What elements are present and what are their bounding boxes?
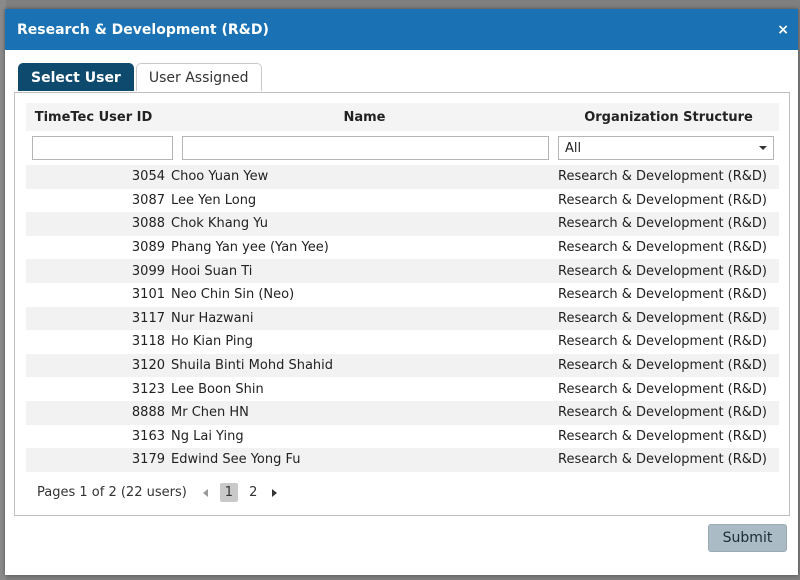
grid-header-row: TimeTec User ID Name Organization Struct…: [26, 103, 779, 131]
table-row[interactable]: 3118 Ho Kian Ping Research & Development (…: [26, 330, 779, 354]
tab-select-user[interactable]: Select User: [18, 63, 134, 91]
cell-name: Shuila Binti Mohd Shahid: [171, 358, 334, 374]
cell-org: Research & Development (R&D): [558, 263, 768, 279]
cell-id: 3101: [131, 287, 165, 303]
name-filter-input[interactable]: [182, 136, 549, 160]
cell-org: Research & Development (R&D): [558, 452, 768, 468]
user-grid: TimeTec User ID Name Organization Struct…: [26, 103, 779, 472]
cell-org: Research & Development (R&D): [558, 240, 768, 256]
cell-id: 3089: [131, 240, 165, 256]
cell-name: Lee Yen Long: [171, 192, 257, 208]
column-header-name[interactable]: Name: [171, 110, 558, 125]
cell-name: Nur Hazwani: [171, 310, 254, 326]
table-row[interactable]: 3087 Lee Yen Long Research & Development (…: [26, 189, 779, 213]
table-row[interactable]: 3088 Chok Khang Yu Research & Development …: [26, 212, 779, 236]
cell-name: Mr Chen HN: [171, 405, 249, 421]
tab-panel: TimeTec User ID Name Organization Struct…: [14, 92, 790, 516]
cell-org: Research & Development (R&D): [558, 358, 768, 374]
cell-id: 3054: [131, 169, 165, 185]
cell-name: Edwind See Yong Fu: [171, 452, 301, 468]
cell-name: Hooi Suan Ti: [171, 263, 253, 279]
tab-user-assigned[interactable]: User Assigned: [135, 63, 262, 91]
cell-id: 3099: [131, 263, 165, 279]
cell-name: Ho Kian Ping: [171, 334, 253, 350]
page-link-2[interactable]: 2: [244, 483, 262, 502]
dialog-title: Research & Development (R&D): [17, 21, 269, 38]
pagination: Pages 1 of 2 (22 users) 1 2: [37, 483, 283, 502]
table-row[interactable]: 3117 Nur Hazwani Research & Development (R…: [26, 306, 779, 331]
cell-name: Phang Yan yee (Yan Yee): [171, 240, 329, 256]
table-row[interactable]: 8888 Mr Chen HN Research & Development (R&…: [26, 400, 779, 425]
user-selection-dialog: Research & Development (R&D) × Select Us…: [5, 9, 798, 575]
cell-org: Research & Development (R&D): [558, 192, 768, 208]
close-icon[interactable]: ×: [777, 22, 789, 38]
table-row[interactable]: 3101 Neo Chin Sin (Neo) Research & Develop…: [26, 283, 779, 307]
cell-org: Research & Development (R&D): [558, 405, 768, 421]
cell-name: Neo Chin Sin (Neo): [171, 287, 295, 303]
cell-id: 3087: [131, 192, 165, 208]
id-filter-input[interactable]: [32, 136, 173, 160]
submit-button[interactable]: Submit: [708, 524, 787, 552]
cell-id: 3179: [131, 452, 165, 468]
cell-id: 8888: [131, 405, 165, 421]
pagination-summary: Pages 1 of 2 (22 users): [37, 485, 187, 500]
chevron-down-icon: [759, 146, 767, 150]
org-filter-select[interactable]: All: [558, 136, 774, 160]
cell-id: 3120: [131, 358, 165, 374]
next-page-icon[interactable]: [272, 488, 278, 497]
table-row[interactable]: 3163 Ng Lai Ying Research & Development (R…: [26, 425, 779, 449]
cell-id: 3117: [131, 310, 165, 326]
page-link-1[interactable]: 1: [219, 483, 239, 502]
cell-id: 3088: [131, 216, 165, 232]
filter-row: All: [26, 131, 779, 165]
cell-org: Research & Development (R&D): [558, 381, 768, 397]
cell-name: Ng Lai Ying: [171, 428, 244, 444]
org-filter-value: All: [565, 140, 582, 156]
cell-org: Research & Development (R&D): [558, 169, 768, 185]
prev-page-icon[interactable]: [202, 488, 208, 497]
cell-org: Research & Development (R&D): [558, 287, 768, 303]
cell-org: Research & Development (R&D): [558, 310, 768, 326]
cell-org: Research & Development (R&D): [558, 334, 768, 350]
cell-name: Choo Yuan Yew: [171, 169, 269, 185]
cell-org: Research & Development (R&D): [558, 428, 768, 444]
cell-id: 3123: [131, 381, 165, 397]
table-row[interactable]: 3099 Hooi Suan Ti Research & Development (…: [26, 259, 779, 283]
table-row[interactable]: 3179 Edwind See Yong Fu Research & Develop…: [26, 448, 779, 472]
grid-body: 3054 Choo Yuan Yew Research & Development …: [26, 165, 779, 472]
cell-name: Chok Khang Yu: [171, 216, 268, 232]
cell-id: 3118: [131, 334, 165, 350]
dialog-header: Research & Development (R&D) ×: [5, 9, 798, 50]
cell-org: Research & Development (R&D): [558, 216, 768, 232]
table-row[interactable]: 3054 Choo Yuan Yew Research & Development …: [26, 165, 779, 189]
cell-id: 3163: [131, 428, 165, 444]
tab-bar: Select User User Assigned: [18, 63, 262, 91]
table-row[interactable]: 3120 Shuila Binti Mohd Shahid Research & D…: [26, 353, 779, 378]
cell-name: Lee Boon Shin: [171, 381, 264, 397]
column-header-org[interactable]: Organization Structure: [558, 110, 779, 125]
column-header-id[interactable]: TimeTec User ID: [26, 110, 171, 125]
table-row[interactable]: 3123 Lee Boon Shin Research & Development …: [26, 377, 779, 401]
table-row[interactable]: 3089 Phang Yan yee (Yan Yee) Research & De…: [26, 236, 779, 260]
